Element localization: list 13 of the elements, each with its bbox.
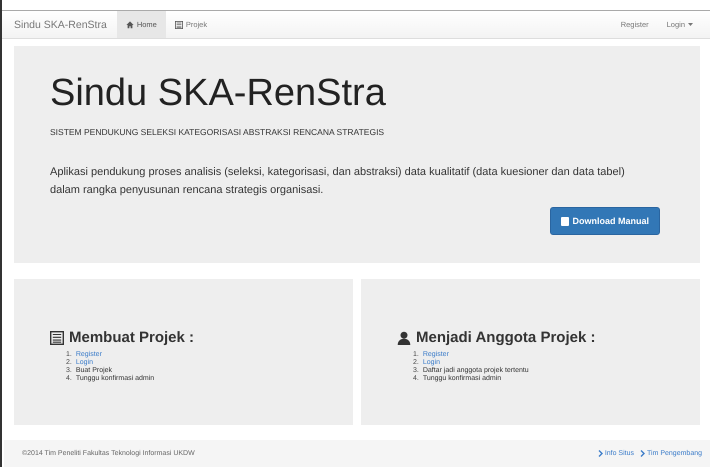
hero-title: Sindu SKA-RenStra bbox=[50, 72, 387, 115]
panel-title: Membuat Projek : bbox=[50, 329, 353, 346]
user-icon bbox=[397, 330, 411, 344]
chevron-icon bbox=[640, 450, 645, 457]
panel-title: Menjadi Anggota Projek : bbox=[397, 329, 700, 346]
hero-subtitle: SISTEM PENDUKUNG SELEKSI KATEGORISASI ABSTRAKSI RENCANA STRATEGIS bbox=[50, 127, 386, 137]
list-icon bbox=[50, 330, 64, 344]
brand-link[interactable]: Sindu SKA-RenStra bbox=[14, 18, 107, 30]
hero-description: Aplikasi pendukung proses analisis (seleksi, kategorisasi, dan abstraksi) data kualitatif (data kuesioner dan data tabel) dalam rangka penyusunan rencana strategis organisasi. bbox=[50, 165, 626, 198]
home-icon bbox=[126, 20, 134, 28]
chevron-icon bbox=[598, 450, 603, 457]
download-button[interactable]: Download Manual bbox=[550, 207, 660, 235]
list-icon bbox=[174, 20, 183, 28]
